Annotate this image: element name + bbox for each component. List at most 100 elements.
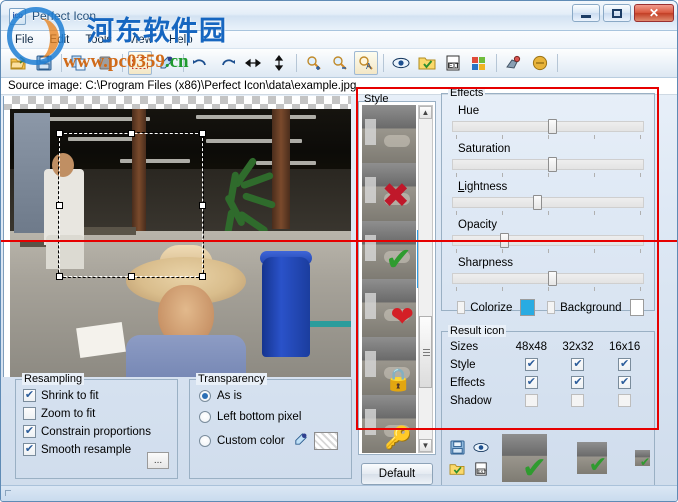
preview-48[interactable]: ✔ [502, 434, 547, 482]
scroll-down-arrow-icon[interactable]: ▼ [419, 439, 432, 452]
windows-logo-icon[interactable] [467, 51, 491, 75]
paste-icon[interactable] [93, 51, 117, 75]
handle-bottom-center[interactable] [128, 273, 135, 280]
saturation-slider-thumb[interactable] [548, 157, 557, 172]
menu-item-help[interactable]: Help [161, 33, 201, 47]
save-icon[interactable] [448, 438, 466, 456]
preview-16[interactable]: ✔ [635, 450, 650, 466]
source-image[interactable] [10, 109, 351, 377]
style-scrollbar[interactable]: ▲ ▼ [418, 105, 433, 453]
style-list[interactable]: ✖ ✔ ❤ 🔒 🔑 [362, 105, 416, 453]
image-preview-canvas[interactable] [3, 96, 351, 377]
resampling-title: Resampling [22, 373, 84, 385]
colorize-checkbox[interactable] [457, 301, 465, 314]
smooth-resample-checkbox[interactable]: ✔ [23, 443, 36, 456]
ext-association-icon[interactable]: EXT [441, 51, 465, 75]
menu-item-file[interactable]: File [7, 33, 42, 47]
settings-icon[interactable] [502, 51, 526, 75]
colorize-color-swatch[interactable] [520, 299, 534, 316]
handle-bottom-left[interactable] [56, 273, 63, 280]
zoom-auto-icon[interactable]: A [354, 51, 378, 75]
handle-middle-left[interactable] [56, 202, 63, 209]
save-disk-icon[interactable] [32, 51, 56, 75]
style-item-5[interactable]: 🔑 [362, 395, 416, 453]
close-button[interactable]: ✕ [634, 4, 674, 22]
sharpness-slider[interactable] [452, 271, 644, 285]
hue-slider-thumb[interactable] [548, 119, 557, 134]
style-item-3[interactable]: ❤ [362, 279, 416, 337]
background-checkbox[interactable] [547, 301, 555, 314]
copy-icon[interactable] [67, 51, 91, 75]
left-bottom-pixel-radio[interactable] [199, 411, 211, 423]
opacity-slider[interactable] [452, 233, 644, 247]
custom-color-swatch[interactable] [314, 432, 338, 450]
style-item-0[interactable] [362, 105, 416, 163]
smooth-resample-options-button[interactable]: ... [147, 452, 169, 469]
scroll-up-arrow-icon[interactable]: ▲ [419, 106, 432, 119]
as-is-radio[interactable] [199, 390, 211, 402]
rotate-left-icon[interactable] [189, 51, 213, 75]
shadow-32-checkbox[interactable] [571, 394, 584, 407]
default-button[interactable]: Default [361, 463, 433, 485]
zoom-to-fit-checkbox[interactable] [23, 407, 36, 420]
shadow-16-checkbox[interactable] [618, 394, 631, 407]
menu-item-edit[interactable]: Edit [42, 33, 78, 47]
flip-vertical-icon[interactable] [267, 51, 291, 75]
green-check-icon: ✔ [522, 454, 547, 482]
effects-48-checkbox[interactable]: ✔ [525, 376, 538, 389]
sharpness-slider-thumb[interactable] [548, 271, 557, 286]
style-item-4[interactable]: 🔒 [362, 337, 416, 395]
preview-eye-icon[interactable] [389, 51, 413, 75]
minimize-button[interactable] [572, 4, 600, 22]
style-16-checkbox[interactable]: ✔ [618, 358, 631, 371]
resize-grip-icon[interactable] [5, 490, 11, 496]
handle-middle-right[interactable] [199, 202, 206, 209]
handle-bottom-right[interactable] [199, 273, 206, 280]
zoom-in-icon[interactable] [302, 51, 326, 75]
style-item-1[interactable]: ✖ [362, 163, 416, 221]
shrink-to-fit-checkbox[interactable]: ✔ [23, 389, 36, 402]
lightness-slider-thumb[interactable] [533, 195, 542, 210]
menu-item-tools[interactable]: Tools [77, 33, 120, 47]
effects-16-checkbox[interactable]: ✔ [618, 376, 631, 389]
style-item-2[interactable]: ✔ [362, 221, 416, 279]
yellow-lock-icon: 🔒 [385, 369, 412, 391]
rotate-right-icon[interactable] [215, 51, 239, 75]
help-book-icon[interactable] [528, 51, 552, 75]
selection-marquee[interactable] [59, 133, 203, 277]
menu-item-view[interactable]: View [120, 33, 161, 47]
hue-slider[interactable] [452, 119, 644, 133]
opacity-slider-thumb[interactable] [500, 233, 509, 248]
effects-group: Effects Hue Saturation LLightnessightnes… [441, 93, 655, 311]
handle-top-right[interactable] [199, 130, 206, 137]
preview-eye-icon[interactable] [472, 438, 490, 456]
app-icon: ico [9, 8, 26, 25]
eyedropper-icon[interactable] [293, 432, 308, 450]
shadow-48-checkbox[interactable] [525, 394, 538, 407]
size-48: 48x48 [508, 341, 555, 353]
style-48-checkbox[interactable]: ✔ [525, 358, 538, 371]
select-region-icon[interactable] [128, 51, 152, 75]
constrain-proportions-checkbox[interactable]: ✔ [23, 425, 36, 438]
folder-check-icon[interactable] [448, 460, 466, 478]
scrollbar-thumb[interactable] [419, 316, 432, 388]
lightness-slider[interactable] [452, 195, 644, 209]
saturation-slider[interactable] [452, 157, 644, 171]
handle-top-center[interactable] [128, 130, 135, 137]
eyedropper-icon[interactable] [154, 51, 178, 75]
zoom-out-icon[interactable] [328, 51, 352, 75]
flip-horizontal-icon[interactable] [241, 51, 265, 75]
ext-icon[interactable]: EXT [472, 460, 490, 478]
open-folder-icon[interactable] [6, 51, 30, 75]
folder-check-icon[interactable] [415, 51, 439, 75]
transparency-checkerboard [4, 96, 351, 110]
effects-32-checkbox[interactable]: ✔ [571, 376, 584, 389]
custom-color-radio[interactable] [199, 435, 211, 447]
style-32-checkbox[interactable]: ✔ [571, 358, 584, 371]
preview-32[interactable]: ✔ [577, 442, 607, 474]
handle-top-left[interactable] [56, 130, 63, 137]
shrink-to-fit-row: ✔ Shrink to fit [23, 389, 177, 402]
maximize-button[interactable] [603, 4, 631, 22]
result-icon-title: Result icon [448, 325, 506, 337]
background-color-swatch[interactable] [630, 299, 644, 316]
